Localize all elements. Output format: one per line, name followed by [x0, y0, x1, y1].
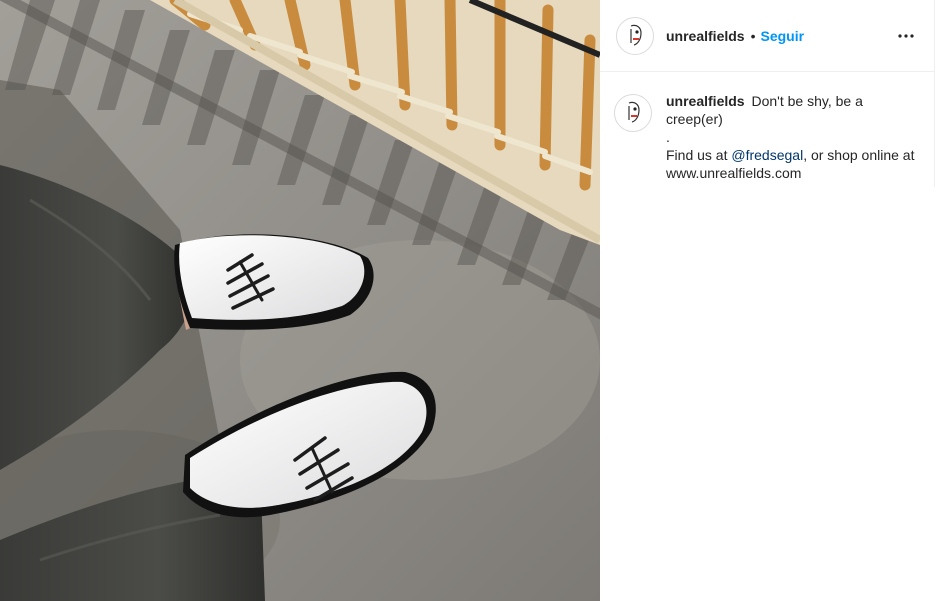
face-sketch-avatar-icon[interactable] [614, 94, 652, 132]
ellipsis-icon[interactable] [894, 24, 918, 48]
mention-link[interactable]: @fredsegal [731, 147, 803, 163]
caption-line-2: . [666, 129, 670, 145]
header-separator: • [750, 27, 756, 44]
post-modal: unrealfields • Seguir unrealfields Don't… [0, 0, 936, 601]
face-sketch-avatar-icon[interactable] [616, 16, 654, 55]
header-username[interactable]: unrealfields [666, 28, 745, 44]
caption-line-3-prefix: Find us at [666, 147, 732, 163]
follow-button[interactable]: Seguir [761, 28, 805, 44]
caption-text: unrealfields Don't be shy, be a creep(er… [666, 92, 920, 182]
post-header: unrealfields • Seguir [600, 0, 934, 72]
post-side-panel: unrealfields • Seguir unrealfields Don't… [600, 0, 936, 601]
photo-shoes-image [0, 0, 600, 601]
post-side-content: unrealfields • Seguir unrealfields Don't… [600, 0, 935, 187]
caption-comment: unrealfields Don't be shy, be a creep(er… [600, 72, 934, 182]
caption-username[interactable]: unrealfields [666, 93, 745, 109]
post-photo[interactable] [0, 0, 600, 601]
